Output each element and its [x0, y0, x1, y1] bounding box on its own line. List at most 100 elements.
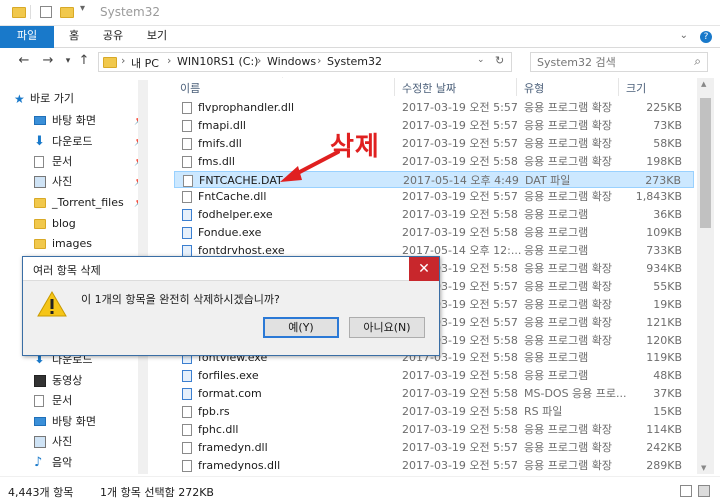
- file-row[interactable]: fmapi.dll 2017-03-19 오전 5:57 응용 프로그램 확장 73K…: [174, 117, 694, 135]
- search-box[interactable]: ⌕: [530, 52, 708, 72]
- search-input[interactable]: [531, 53, 681, 71]
- sidebar-item-label: 다운로드: [52, 135, 93, 148]
- file-row[interactable]: FntCache.dll 2017-03-19 오전 5:57 응용 프로그램 확장…: [174, 188, 694, 206]
- sidebar-item-label: blog: [52, 217, 76, 230]
- file-date: 2017-03-19 오전 5:57: [402, 136, 518, 150]
- customize-icon[interactable]: ▾: [80, 3, 85, 17]
- breadcrumb-separator-icon[interactable]: ›: [257, 54, 261, 67]
- application-file-icon: [182, 227, 192, 240]
- column-divider[interactable]: [618, 78, 619, 96]
- recent-locations-icon[interactable]: ▾: [60, 53, 76, 69]
- file-type: 응용 프로그램 확장: [524, 154, 612, 168]
- file-icon: [183, 174, 193, 187]
- column-divider[interactable]: [516, 78, 517, 96]
- file-list-scrollbar[interactable]: ▲ ▼: [697, 78, 714, 474]
- file-name: FntCache.dll: [198, 190, 267, 204]
- breadcrumb-windows[interactable]: Windows: [267, 55, 316, 68]
- breadcrumb-separator-icon[interactable]: ›: [317, 54, 321, 67]
- file-row[interactable]: fphc.dll 2017-03-19 오전 5:58 응용 프로그램 확장 114K…: [174, 421, 694, 439]
- file-type: 응용 프로그램 확장: [524, 101, 612, 114]
- sidebar-item-label: 사진: [52, 175, 73, 188]
- file-row[interactable]: Fondue.exe 2017-03-19 오전 5:58 응용 프로그램 109KB: [174, 224, 694, 242]
- column-name[interactable]: 이름: [180, 80, 200, 96]
- file-date: 2017-03-19 오전 5:57: [402, 458, 518, 472]
- details-view-icon[interactable]: [680, 485, 692, 497]
- file-row[interactable]: framedynos.dll 2017-03-19 오전 5:57 응용 프로그램 …: [174, 457, 694, 475]
- file-row[interactable]: fpb.rs 2017-03-19 오전 5:58 RS 파일 15KB: [174, 403, 694, 421]
- dll-file-icon: [182, 155, 192, 168]
- dll-file-icon: [182, 102, 192, 114]
- breadcrumb-drive[interactable]: WIN10RS1 (C:): [177, 55, 258, 68]
- dialog-message: 이 1개의 항목을 완전히 삭제하시겠습니까?: [81, 293, 280, 306]
- file-row[interactable]: FNTCACHE.DAT 2017-05-14 오후 4:49 DAT 파일 273K…: [174, 170, 694, 189]
- file-size: 120KB: [646, 333, 682, 347]
- ribbon-expand-icon[interactable]: ⌄: [680, 30, 688, 41]
- column-size[interactable]: 크기: [626, 80, 646, 96]
- file-size: 289KB: [646, 458, 682, 472]
- refresh-icon[interactable]: ↻: [495, 54, 504, 67]
- search-icon[interactable]: ⌕: [694, 54, 701, 69]
- breadcrumb-separator-icon[interactable]: ›: [121, 54, 125, 67]
- file-type: 응용 프로그램: [524, 351, 589, 365]
- sidebar-item-label: 문서: [52, 155, 73, 168]
- file-size: 119KB: [646, 351, 682, 365]
- file-type: 응용 프로그램 확장: [524, 118, 612, 132]
- application-file-icon: [182, 388, 192, 401]
- no-button[interactable]: 아니요(N): [349, 317, 425, 338]
- breadcrumb-this-pc[interactable]: 내 PC: [131, 55, 159, 71]
- tab-file[interactable]: 파일: [0, 26, 54, 48]
- file-size: 114KB: [646, 423, 682, 437]
- file-row[interactable]: forfiles.exe 2017-03-19 오전 5:58 응용 프로그램 48K…: [174, 367, 694, 385]
- file-type: 응용 프로그램 확장: [524, 423, 612, 437]
- file-date: 2017-03-19 오전 5:58: [402, 387, 518, 401]
- column-type[interactable]: 유형: [524, 80, 544, 96]
- file-date: 2017-03-19 오전 5:58: [402, 369, 518, 383]
- file-size: 37KB: [653, 387, 682, 401]
- file-type: 응용 프로그램: [524, 244, 589, 258]
- file-row[interactable]: framedyn.dll 2017-03-19 오전 5:57 응용 프로그램 확장…: [174, 439, 694, 457]
- sidebar-item-label: 바로 가기: [30, 92, 74, 105]
- column-date[interactable]: 수정한 날짜: [402, 80, 456, 96]
- file-type: RS 파일: [524, 405, 563, 419]
- file-name: fphc.dll: [198, 423, 239, 437]
- ribbon: 파일 홈 공유 보기 ⌄ ?: [0, 26, 720, 48]
- file-type: 응용 프로그램 확장: [524, 297, 612, 311]
- file-name: framedyn.dll: [198, 440, 268, 454]
- help-icon[interactable]: ?: [700, 31, 712, 43]
- file-size: 934KB: [646, 262, 682, 276]
- folder-icon: [12, 7, 26, 18]
- file-name: fms.dll: [198, 154, 235, 168]
- address-dropdown-icon[interactable]: ⌄: [477, 55, 485, 65]
- up-arrow-icon[interactable]: ↑: [76, 53, 92, 69]
- column-divider[interactable]: [394, 78, 395, 96]
- tab-home[interactable]: 홈: [60, 26, 88, 48]
- new-folder-icon[interactable]: [60, 7, 74, 18]
- close-icon[interactable]: ✕: [409, 257, 439, 281]
- file-row[interactable]: format.com 2017-03-19 오전 5:58 MS-DOS 응용 프로…: [174, 385, 694, 403]
- file-name: fmapi.dll: [198, 118, 246, 132]
- scroll-down-icon[interactable]: ▼: [701, 464, 706, 472]
- sidebar-item-label: 문서: [52, 394, 73, 407]
- tab-share[interactable]: 공유: [96, 26, 130, 48]
- properties-icon[interactable]: [40, 6, 52, 18]
- scroll-up-icon[interactable]: ▲: [701, 80, 706, 88]
- large-icons-view-icon[interactable]: [698, 485, 710, 497]
- file-row[interactable]: flvprophandler.dll 2017-03-19 오전 5:57 응용 프…: [174, 99, 694, 117]
- delete-confirm-dialog: 여러 항목 삭제 ✕ 이 1개의 항목을 완전히 삭제하시겠습니까? 예(Y) …: [22, 256, 440, 356]
- tab-view[interactable]: 보기: [140, 26, 174, 48]
- breadcrumb-system32[interactable]: System32: [327, 55, 382, 68]
- file-date: 2017-03-19 오전 5:58: [402, 423, 518, 437]
- scrollbar-thumb[interactable]: [700, 98, 711, 228]
- forward-arrow-icon[interactable]: →: [40, 53, 56, 69]
- file-size: 73KB: [653, 118, 682, 132]
- file-row[interactable]: fms.dll 2017-03-19 오전 5:58 응용 프로그램 확장 198KB: [174, 153, 694, 171]
- file-date: 2017-03-19 오전 5:58: [402, 405, 518, 419]
- yes-button[interactable]: 예(Y): [263, 317, 339, 338]
- folder-icon: [34, 219, 46, 229]
- breadcrumb-separator-icon[interactable]: ›: [167, 54, 171, 67]
- file-row[interactable]: fmifs.dll 2017-03-19 오전 5:57 응용 프로그램 확장 58K…: [174, 135, 694, 153]
- back-arrow-icon[interactable]: ←: [16, 53, 32, 69]
- dll-file-icon: [182, 441, 192, 454]
- address-box[interactable]: › 내 PC › WIN10RS1 (C:) › Windows › Syste…: [98, 52, 512, 72]
- file-row[interactable]: fodhelper.exe 2017-03-19 오전 5:58 응용 프로그램 36…: [174, 206, 694, 224]
